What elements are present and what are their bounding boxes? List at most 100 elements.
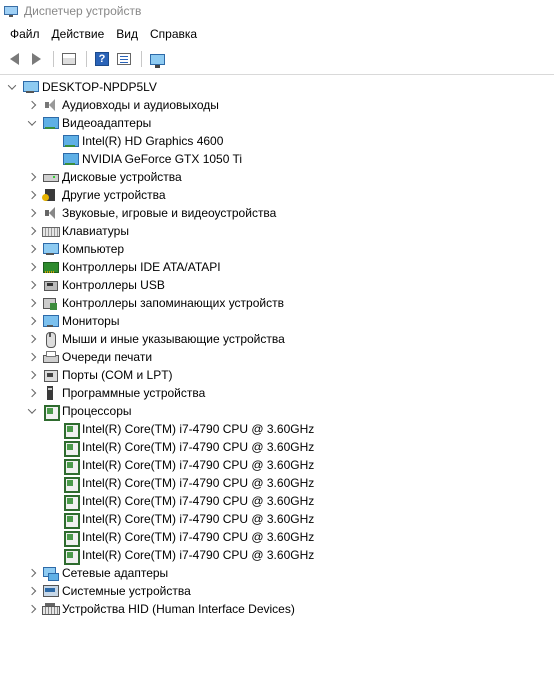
menu-file[interactable]: Файл <box>4 24 46 44</box>
forward-button[interactable] <box>26 49 46 69</box>
collapse-chevron-icon[interactable] <box>6 78 18 96</box>
menu-help[interactable]: Справка <box>144 24 203 44</box>
back-button[interactable] <box>4 49 24 69</box>
category-item-26[interactable]: Сетевые адаптеры <box>26 564 168 582</box>
expand-chevron-icon[interactable] <box>26 168 38 186</box>
tree-item-label: Программные устройства <box>62 386 206 400</box>
expand-chevron-icon[interactable] <box>26 96 38 114</box>
device-manager-icon <box>4 5 18 17</box>
category-item-12[interactable]: Мониторы <box>26 312 119 330</box>
tree-item-label: Intel(R) HD Graphics 4600 <box>82 134 224 148</box>
category-item-16[interactable]: Программные устройства <box>26 384 205 402</box>
tree-item-label: Мониторы <box>62 314 120 328</box>
device-item[interactable]: Intel(R) Core(TM) i7-4790 CPU @ 3.60GHz <box>46 456 315 475</box>
tree-item-label: Intel(R) Core(TM) i7-4790 CPU @ 3.60GHz <box>82 458 315 472</box>
toolbar-separator <box>86 51 87 67</box>
device-item[interactable]: NVIDIA GeForce GTX 1050 Ti <box>46 150 242 168</box>
title-bar: Диспетчер устройств <box>0 0 554 22</box>
category-item-6[interactable]: Звуковые, игровые и видеоустройства <box>26 204 276 222</box>
expand-chevron-icon[interactable] <box>26 204 38 222</box>
category-item-9[interactable]: Контроллеры IDE ATA/ATAPI <box>26 258 221 276</box>
category-item-15[interactable]: Порты (COM и LPT) <box>26 366 173 384</box>
device-item[interactable]: Intel(R) HD Graphics 4600 <box>46 132 223 150</box>
expand-chevron-icon[interactable] <box>26 564 38 582</box>
tree-root[interactable]: DESKTOP-NPDP5LV <box>6 78 157 96</box>
cpu-icon <box>62 547 80 565</box>
window-title: Диспетчер устройств <box>24 4 142 18</box>
device-item[interactable]: Intel(R) Core(TM) i7-4790 CPU @ 3.60GHz <box>46 420 314 439</box>
category-item-11[interactable]: Контроллеры запоминающих устройств <box>26 294 284 312</box>
device-item[interactable]: Intel(R) Core(TM) i7-4790 CPU @ 3.60GHz <box>46 546 314 565</box>
category-item-28[interactable]: Устройства HID (Human Interface Devices) <box>26 600 295 618</box>
category-item-14[interactable]: Очереди печати <box>26 348 152 366</box>
tree-item-label: Дисковые устройства <box>62 170 182 184</box>
device-item[interactable]: Intel(R) Core(TM) i7-4790 CPU @ 3.60GHz <box>46 474 315 493</box>
expand-chevron-icon[interactable] <box>26 384 38 402</box>
tree-item-label: Системные устройства <box>62 584 191 598</box>
network-adapter-icon <box>42 565 59 581</box>
expand-chevron-icon[interactable] <box>26 294 38 312</box>
category-item-10[interactable]: Контроллеры USB <box>26 276 165 294</box>
show-hide-console-tree-icon <box>62 53 76 65</box>
tree-item-label: Intel(R) Core(TM) i7-4790 CPU @ 3.60GHz <box>82 476 315 490</box>
expand-chevron-icon[interactable] <box>26 582 38 600</box>
expand-chevron-icon[interactable] <box>26 330 38 348</box>
collapse-chevron-icon[interactable] <box>26 114 38 132</box>
tree-item-label: Аудиовходы и аудиовыходы <box>62 98 219 112</box>
system-device-icon <box>42 583 59 599</box>
back-icon <box>9 53 19 65</box>
menu-view[interactable]: Вид <box>110 24 144 44</box>
tree-item-label: Intel(R) Core(TM) i7-4790 CPU @ 3.60GHz <box>82 440 315 454</box>
keyboard-icon <box>42 223 60 239</box>
expand-chevron-icon[interactable] <box>26 276 38 294</box>
tree-item-label: Компьютер <box>62 242 125 256</box>
category-item-8[interactable]: Компьютер <box>26 240 124 258</box>
device-item[interactable]: Intel(R) Core(TM) i7-4790 CPU @ 3.60GHz <box>46 492 314 511</box>
menu-action[interactable]: Действие <box>46 24 111 44</box>
device-item[interactable]: Intel(R) Core(TM) i7-4790 CPU @ 3.60GHz <box>46 438 315 457</box>
category-item-17[interactable]: Процессоры <box>26 402 132 421</box>
expand-chevron-icon[interactable] <box>26 240 38 258</box>
cpu-icon <box>62 493 80 511</box>
expand-chevron-icon[interactable] <box>26 366 38 384</box>
category-item-0[interactable]: Аудиовходы и аудиовыходы <box>26 96 219 114</box>
device-item[interactable]: Intel(R) Core(TM) i7-4790 CPU @ 3.60GHz <box>46 528 314 547</box>
category-item-7[interactable]: Клавиатуры <box>26 222 129 240</box>
expand-chevron-icon[interactable] <box>26 348 38 366</box>
category-item-27[interactable]: Системные устройства <box>26 582 191 600</box>
help-button[interactable]: ? <box>92 49 112 69</box>
cpu-icon <box>42 403 60 421</box>
cpu-icon <box>62 529 80 547</box>
menu-bar: Файл Действие Вид Справка <box>0 24 203 44</box>
device-item[interactable]: Intel(R) Core(TM) i7-4790 CPU @ 3.60GHz <box>46 510 315 529</box>
expand-chevron-icon[interactable] <box>26 258 38 276</box>
category-item-1[interactable]: Видеоадаптеры <box>26 114 151 132</box>
expand-chevron-icon[interactable] <box>26 222 38 240</box>
display-adapter-icon <box>62 151 79 167</box>
tree-item-label: Процессоры <box>62 404 132 418</box>
expand-chevron-icon[interactable] <box>26 186 38 204</box>
tree-item-label: Intel(R) Core(TM) i7-4790 CPU @ 3.60GHz <box>82 512 315 526</box>
properties-button[interactable] <box>114 49 134 69</box>
audio-icon <box>42 97 58 113</box>
device-tree: DESKTOP-NPDP5LV Аудиовходы и аудиовыходы В… <box>0 74 554 699</box>
expand-chevron-icon[interactable] <box>26 600 38 618</box>
category-item-13[interactable]: Мыши и иные указывающие устройства <box>26 330 285 348</box>
other-device-icon <box>42 187 58 203</box>
tree-item-label: NVIDIA GeForce GTX 1050 Ti <box>82 152 243 166</box>
category-item-4[interactable]: Дисковые устройства <box>26 168 182 186</box>
tree-item-label: Другие устройства <box>62 188 166 202</box>
printer-icon <box>42 349 59 365</box>
collapse-chevron-icon[interactable] <box>26 402 38 420</box>
scan-hardware-button[interactable] <box>147 49 167 69</box>
expand-chevron-icon[interactable] <box>26 312 38 330</box>
show-hide-console-tree-button[interactable] <box>59 49 79 69</box>
storage-controller-icon <box>42 295 58 311</box>
category-item-5[interactable]: Другие устройства <box>26 186 166 204</box>
